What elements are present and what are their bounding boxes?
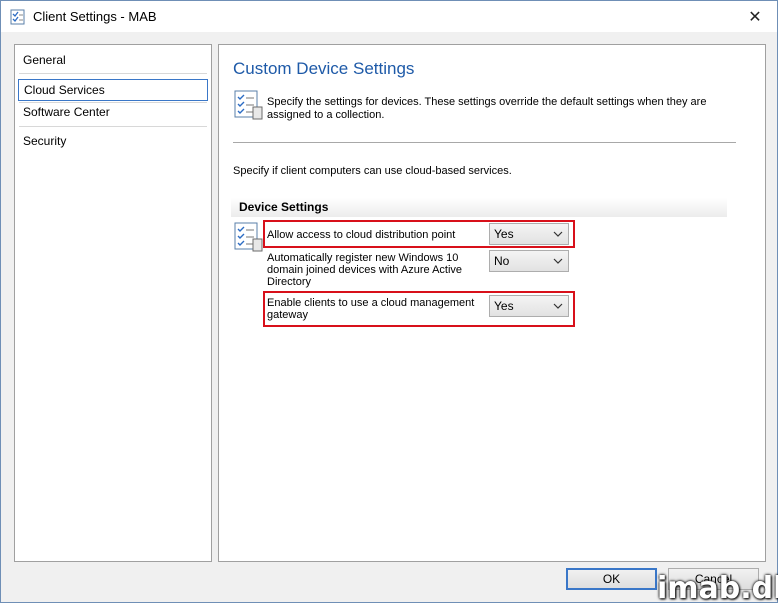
page-title: Custom Device Settings (233, 59, 415, 78)
watermark: imab.dk (657, 571, 778, 603)
azure-ad-register-select[interactable]: No (489, 250, 569, 272)
settings-nav-list: General Cloud Services Software Center S… (14, 44, 212, 562)
dropdown-value: Yes (494, 299, 514, 313)
checklist-icon (234, 90, 263, 120)
checklist-icon (10, 9, 25, 25)
page-description: Specify the settings for devices. These … (267, 96, 707, 121)
cloud-management-gateway-select[interactable]: Yes (489, 295, 569, 317)
setting-label-azure-ad-register: Automatically register new Windows 10 do… (267, 252, 463, 288)
ok-button[interactable]: OK (566, 568, 657, 590)
nav-item-general[interactable]: General (18, 50, 208, 72)
client-settings-window: Client Settings - MAB ✕ General Cloud Se… (0, 0, 778, 603)
section-intro: Specify if client computers can use clou… (233, 165, 512, 177)
divider (233, 142, 736, 143)
nav-item-cloud-services[interactable]: Cloud Services (18, 79, 208, 101)
setting-label-cloud-management-gateway: Enable clients to use a cloud management… (267, 297, 475, 321)
close-icon: ✕ (748, 8, 762, 26)
dropdown-value: No (494, 254, 510, 268)
cloud-distribution-point-select[interactable]: Yes (489, 223, 569, 245)
chevron-down-icon (553, 231, 563, 237)
setting-label-cloud-distribution-point: Allow access to cloud distribution point (267, 229, 456, 241)
chevron-down-icon (553, 258, 563, 264)
title-bar[interactable]: Client Settings - MAB ✕ (1, 1, 777, 32)
nav-item-software-center[interactable]: Software Center (18, 102, 208, 124)
chevron-down-icon (553, 303, 563, 309)
nav-divider (19, 126, 207, 127)
settings-content-panel: Custom Device Settings Specify the setti… (218, 44, 766, 562)
nav-item-security[interactable]: Security (18, 131, 208, 153)
dropdown-value: Yes (494, 227, 514, 241)
window-title: Client Settings - MAB (33, 9, 157, 24)
checklist-icon (234, 222, 263, 252)
device-settings-header: Device Settings (231, 198, 727, 217)
nav-divider (19, 73, 207, 74)
close-button[interactable]: ✕ (733, 1, 777, 32)
